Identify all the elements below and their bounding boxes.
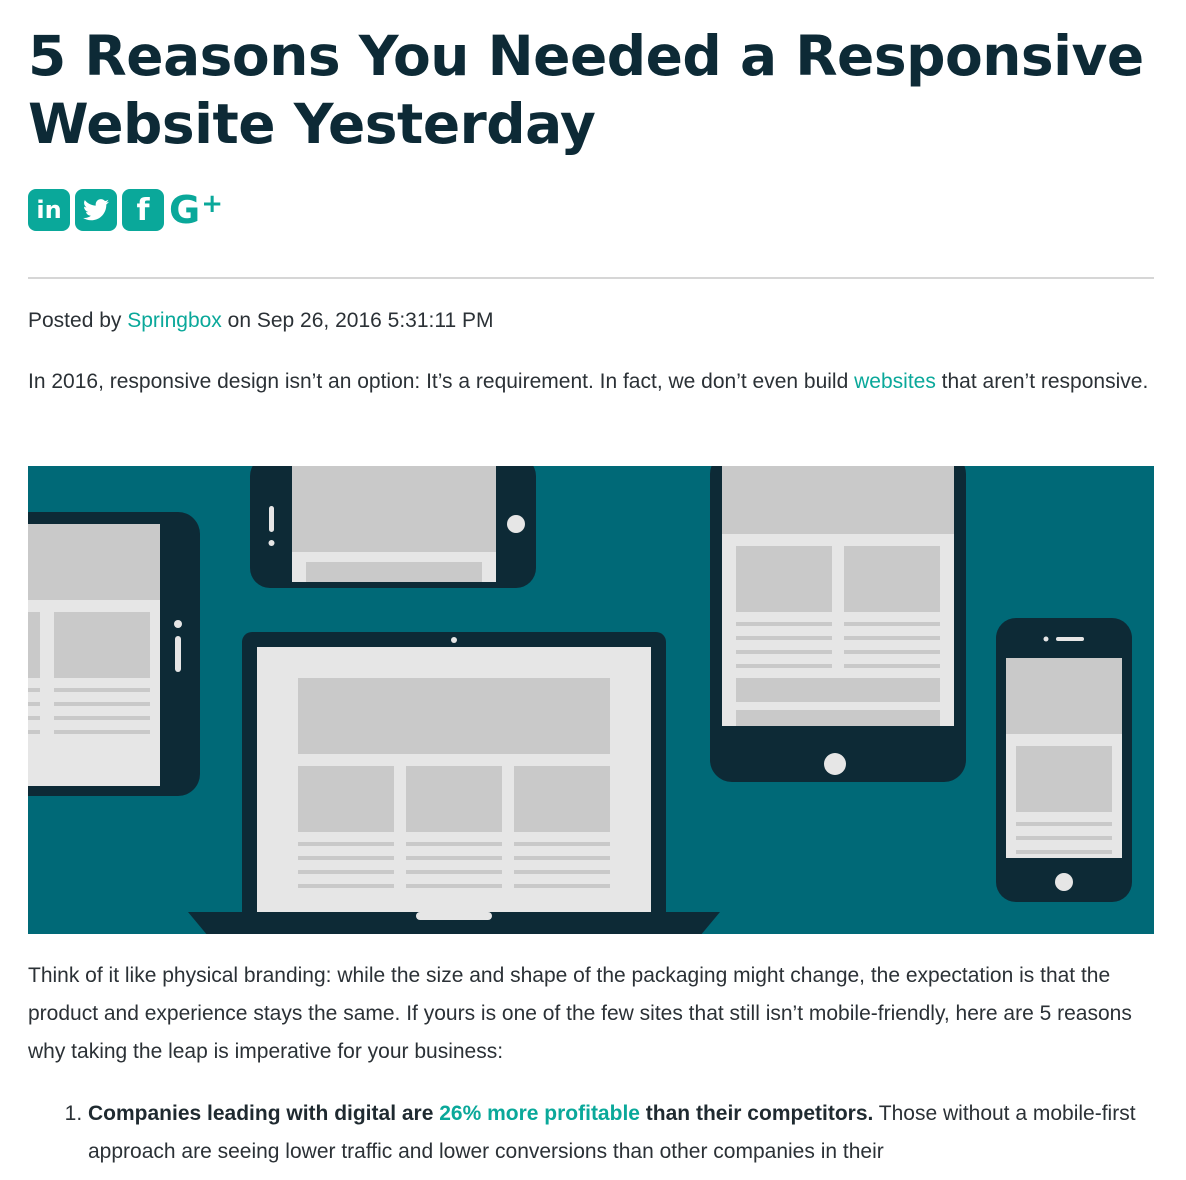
body-paragraph: Think of it like physical branding: whil… — [28, 964, 1132, 1063]
divider — [28, 277, 1154, 279]
phone-portrait — [996, 618, 1132, 902]
social-share-bar: in f G + — [28, 188, 233, 232]
page-title: 5 Reasons You Needed a Responsive Websit… — [28, 24, 1144, 156]
posted-by-label: Posted by — [28, 309, 122, 332]
intro-text-end: that aren’t responsive. — [935, 370, 1149, 393]
post-meta: Posted by Springbox on Sep 26, 2016 5:31… — [28, 305, 493, 337]
intro-paragraph: In 2016, responsive design isn’t an opti… — [28, 363, 1154, 401]
phone-landscape — [250, 466, 536, 588]
facebook-icon[interactable]: f — [122, 189, 164, 231]
linkedin-icon[interactable]: in — [28, 189, 70, 231]
laptop — [188, 632, 720, 934]
intro-text: In 2016, responsive design isn’t an opti… — [28, 370, 855, 393]
tablet-left — [28, 512, 200, 796]
reason-bold-after: than their competitors. — [639, 1102, 874, 1125]
tablet-right — [710, 466, 966, 782]
reason-bold-before: Companies leading with digital are — [88, 1102, 440, 1125]
websites-link[interactable]: websites — [854, 370, 936, 393]
profitable-stat-link[interactable]: 26% more profitable — [439, 1102, 640, 1125]
hero-image — [28, 466, 1154, 934]
author-link[interactable]: Springbox — [127, 309, 222, 332]
googleplus-icon[interactable]: G + — [169, 188, 233, 232]
responsive-devices-illustration — [28, 466, 1154, 934]
twitter-bird-icon — [83, 199, 109, 221]
on-label: on — [227, 309, 252, 332]
reasons-list: Companies leading with digital are 26% m… — [28, 1095, 1154, 1171]
reason-heading: Companies leading with digital are 26% m… — [88, 1102, 873, 1125]
twitter-icon[interactable] — [75, 189, 117, 231]
list-item: Companies leading with digital are 26% m… — [88, 1095, 1154, 1171]
post-date: Sep 26, 2016 5:31:11 PM — [256, 309, 494, 332]
